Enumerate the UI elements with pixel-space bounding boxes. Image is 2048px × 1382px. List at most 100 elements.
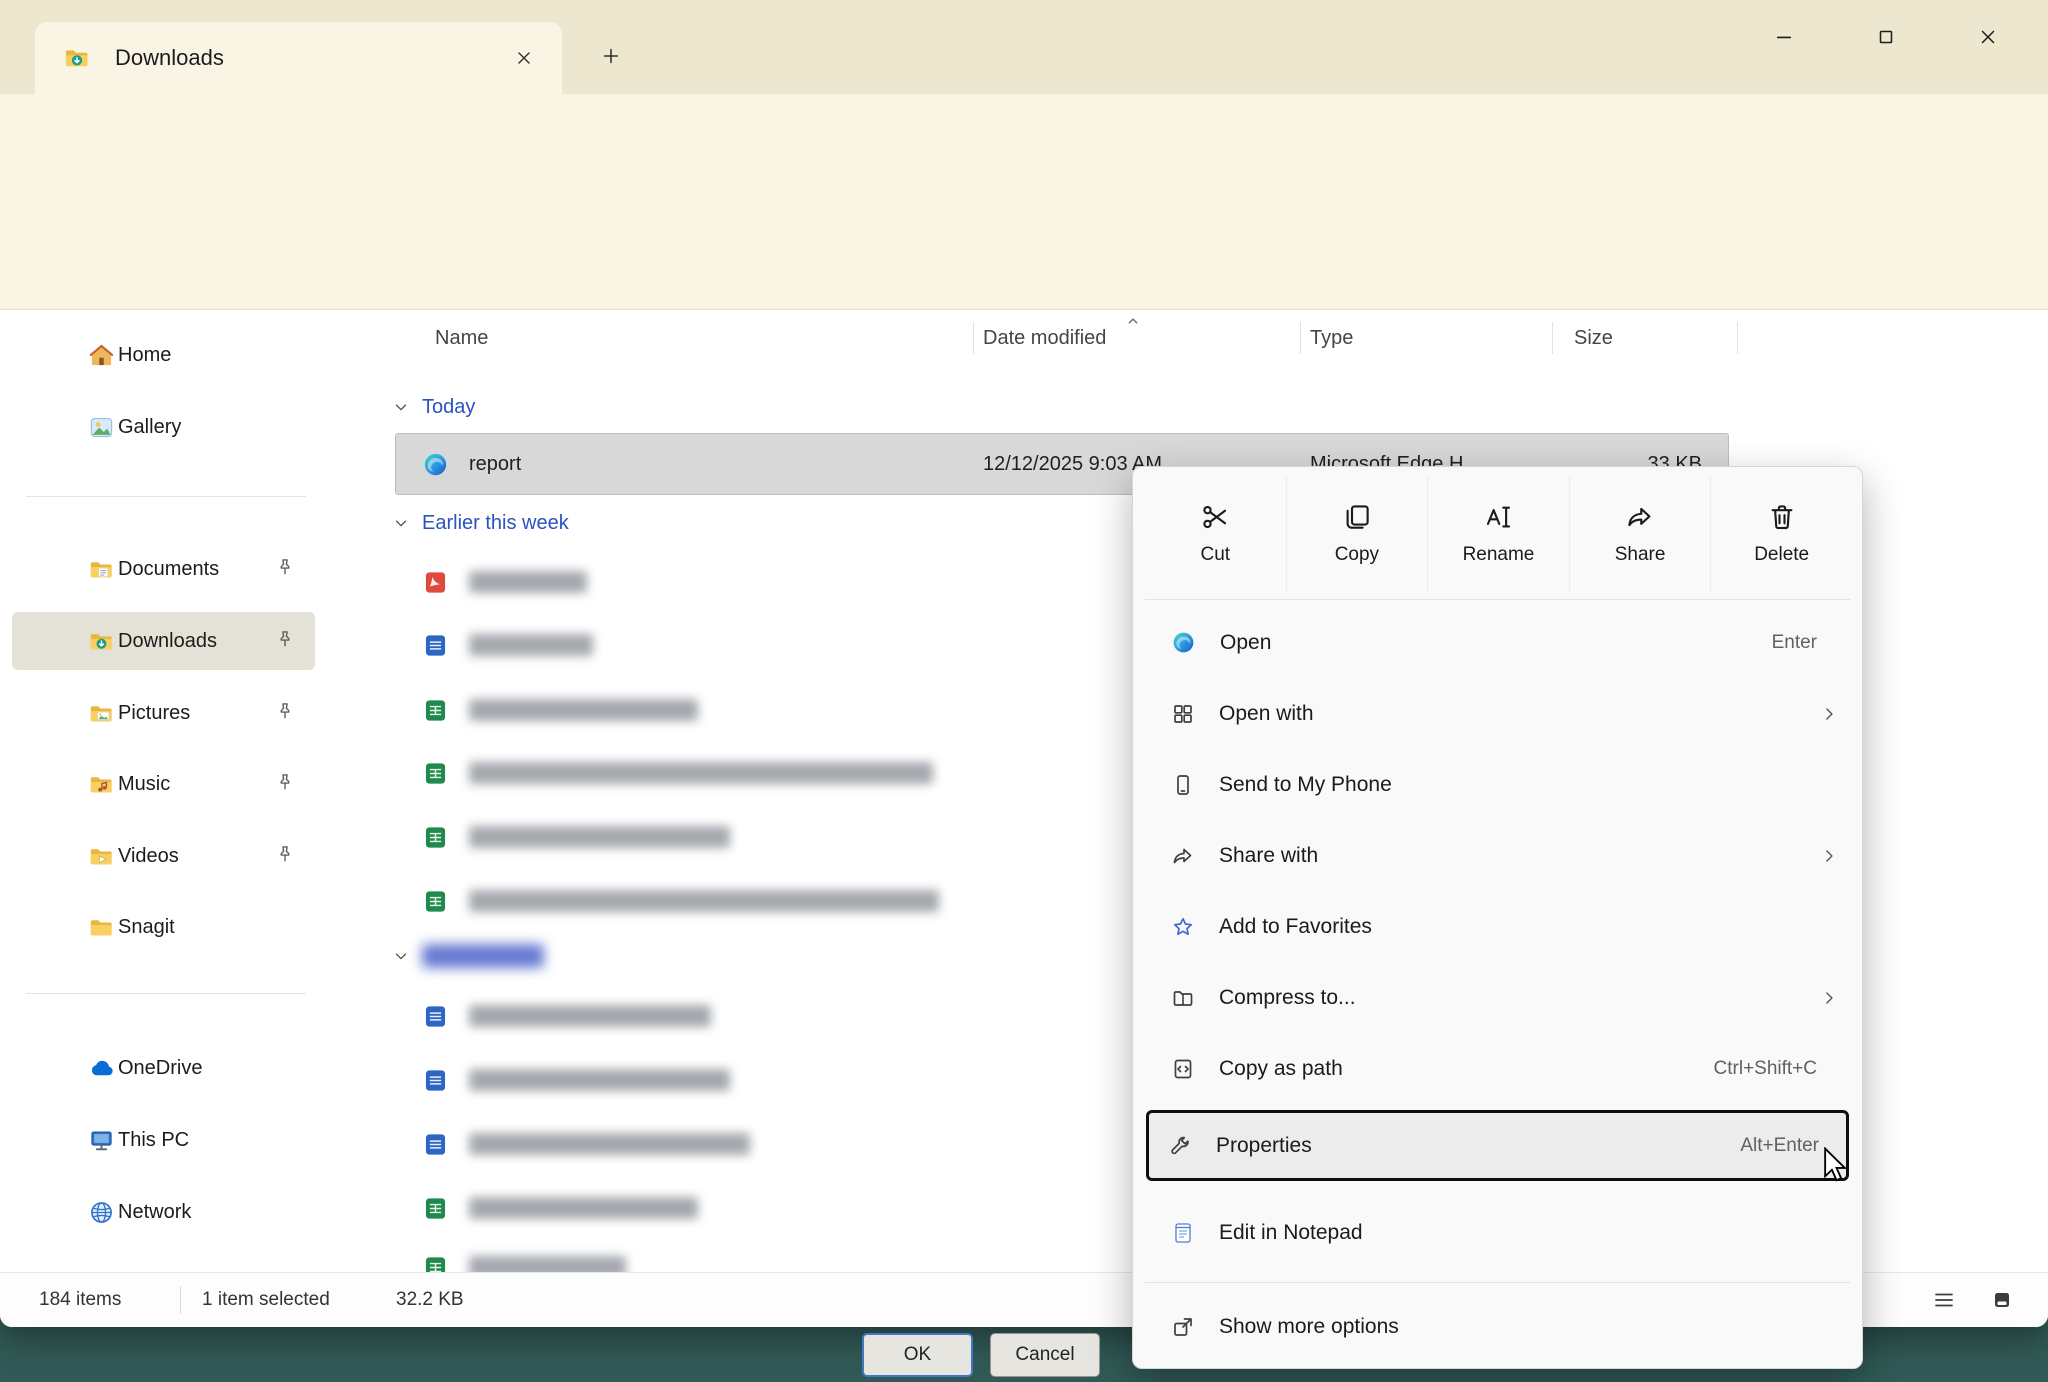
excel-file-icon	[422, 1254, 449, 1274]
close-window-button[interactable]	[1956, 8, 2020, 66]
redacted-file-name	[469, 826, 730, 848]
sidebar-item-label: Documents	[118, 558, 219, 581]
sidebar-item-snagit[interactable]: Snagit	[12, 898, 315, 956]
sidebar-item-label: Downloads	[118, 630, 217, 653]
sidebar-item-label: Home	[118, 344, 171, 367]
menu-item-compress-to[interactable]: Compress to...	[1140, 962, 1857, 1033]
quick-rename-button[interactable]: Rename	[1427, 475, 1569, 593]
redacted-file-name	[469, 1005, 711, 1027]
menu-item-send-to-my-phone[interactable]: Send to My Phone	[1140, 749, 1857, 820]
share-icon	[1171, 844, 1195, 868]
menu-item-open[interactable]: Open Enter	[1140, 607, 1857, 678]
menu-item-label: Copy as path	[1219, 1057, 1343, 1081]
network-icon	[88, 1199, 115, 1226]
menu-item-label: Open	[1220, 631, 1271, 655]
column-separator[interactable]	[1300, 322, 1301, 354]
sidebar-item-label: Gallery	[118, 416, 181, 439]
redacted-file-name	[469, 634, 593, 656]
sidebar: Home Gallery Documents Downloads Picture…	[0, 310, 327, 1273]
chevron-down-icon	[392, 947, 410, 965]
menu-item-properties[interactable]: Properties Alt+Enter	[1146, 1110, 1849, 1181]
phone-icon	[1171, 773, 1195, 797]
sidebar-item-documents[interactable]: Documents	[12, 540, 315, 598]
menu-item-share-with[interactable]: Share with	[1140, 820, 1857, 891]
menu-item-copy-as-path[interactable]: Copy as path Ctrl+Shift+C	[1140, 1033, 1857, 1104]
quick-copy-button[interactable]: Copy	[1286, 475, 1428, 593]
tab-close-button[interactable]	[504, 38, 544, 78]
show-more-icon	[1171, 1315, 1195, 1339]
folder-icon	[88, 914, 115, 941]
pin-icon	[275, 844, 295, 864]
quick-action-label: Share	[1615, 544, 1666, 566]
ok-button[interactable]: OK	[862, 1333, 973, 1377]
excel-file-icon	[422, 824, 449, 851]
sidebar-item-network[interactable]: Network	[12, 1183, 315, 1241]
cancel-label: Cancel	[1015, 1344, 1074, 1366]
ok-label: OK	[904, 1344, 931, 1366]
sidebar-item-videos[interactable]: Videos	[12, 827, 315, 885]
column-separator[interactable]	[1737, 322, 1738, 354]
column-separator[interactable]	[1552, 322, 1553, 354]
maximize-button[interactable]	[1854, 8, 1918, 66]
quick-share-button[interactable]: Share	[1569, 475, 1711, 593]
sidebar-item-music[interactable]: Music	[12, 755, 315, 813]
menu-item-show-more-options[interactable]: Show more options	[1140, 1291, 1857, 1362]
column-separator[interactable]	[973, 322, 974, 354]
sidebar-item-gallery[interactable]: Gallery	[12, 398, 315, 456]
quick-action-label: Copy	[1335, 544, 1379, 566]
sidebar-item-onedrive[interactable]: OneDrive	[12, 1039, 315, 1097]
sidebar-item-label: Snagit	[118, 916, 175, 939]
copy-icon	[1342, 502, 1372, 532]
sidebar-item-label: Videos	[118, 845, 179, 868]
trash-icon	[1767, 502, 1797, 532]
item-count: 184 items	[39, 1273, 121, 1327]
star-icon	[1171, 915, 1195, 939]
column-header-date-modified[interactable]: Date modified	[983, 310, 1106, 366]
new-tab-button[interactable]	[587, 32, 635, 80]
details-view-toggle[interactable]	[1925, 1282, 1963, 1318]
menu-item-open-with[interactable]: Open with	[1140, 678, 1857, 749]
close-icon	[1977, 26, 1999, 48]
sidebar-item-pictures[interactable]: Pictures	[12, 684, 315, 742]
group-header-today[interactable]: Today	[392, 387, 475, 427]
men u-item-label: Edit in Notepad	[1219, 1221, 1363, 1245]
word-file-icon	[422, 1067, 449, 1094]
column-header-type[interactable]: Type	[1310, 310, 1353, 366]
menu-item-label: Add to Favorites	[1219, 915, 1372, 939]
quick-action-label: Delete	[1754, 544, 1809, 566]
quick-delete-button[interactable]: Delete	[1710, 475, 1852, 593]
onedrive-icon	[88, 1055, 115, 1082]
quick-action-label: Cut	[1201, 544, 1231, 566]
menu-item-add-to-favorites[interactable]: Add to Favorites	[1140, 891, 1857, 962]
cancel-button[interactable]: Cancel	[990, 1333, 1100, 1377]
quick-cut-button[interactable]: Cut	[1145, 475, 1286, 593]
excel-file-icon	[422, 888, 449, 915]
column-header-name[interactable]: Name	[435, 310, 488, 366]
menu-item-edit-in-notepad[interactable]: Edit in Notepad	[1140, 1197, 1857, 1268]
sidebar-item-home[interactable]: Home	[12, 326, 315, 384]
copy-as-path-icon	[1171, 1057, 1195, 1081]
command-bar: New Sort View Details	[0, 202, 2048, 310]
selection-size: 32.2 KB	[396, 1273, 464, 1327]
app-grid-icon	[1171, 702, 1195, 726]
sidebar-item-this-pc[interactable]: This PC	[12, 1111, 315, 1169]
context-menu-quick-actions: Cut Copy Rename Share Delete	[1145, 475, 1852, 593]
tab-title: Downloads	[115, 45, 224, 71]
sidebar-item-downloads[interactable]: Downloads	[12, 612, 315, 670]
sidebar-item-label: This PC	[118, 1129, 189, 1152]
group-header-redacted[interactable]	[392, 936, 544, 976]
word-file-icon	[422, 1003, 449, 1030]
music-folder-icon	[88, 771, 115, 798]
group-header-earlier-this-week[interactable]: Earlier this week	[392, 503, 569, 543]
excel-file-icon	[422, 697, 449, 724]
pictures-folder-icon	[88, 700, 115, 727]
menu-item-label: Share with	[1219, 844, 1318, 868]
column-header-size[interactable]: Size	[1574, 310, 1613, 366]
minimize-button[interactable]	[1752, 8, 1816, 66]
tab-downloads[interactable]: Downloads	[35, 22, 562, 94]
menu-separator	[1145, 1282, 1850, 1283]
edge-icon	[1171, 630, 1196, 655]
zip-folder-icon	[1171, 986, 1195, 1010]
large-icons-view-toggle[interactable]	[1983, 1282, 2021, 1318]
group-label: Today	[422, 396, 475, 419]
